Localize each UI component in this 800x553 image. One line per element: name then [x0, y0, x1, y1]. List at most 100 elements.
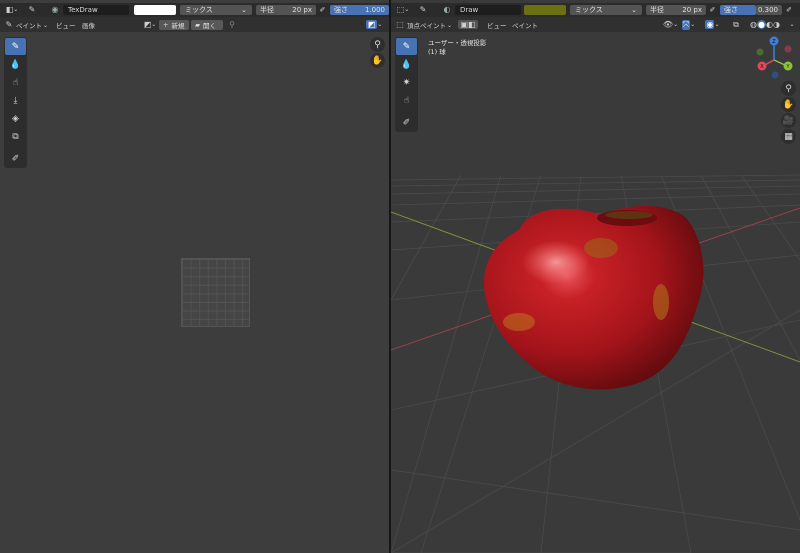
menu-paint[interactable]: ペイント ⌄	[16, 20, 49, 31]
brush-color-swatch[interactable]	[524, 5, 566, 15]
blend-mode-value: ミックス	[185, 6, 213, 14]
open-image-button[interactable]: ▰ 開く	[191, 20, 223, 30]
mask-tool-icon[interactable]: ⧉	[5, 128, 26, 145]
average-tool-icon[interactable]: ✷	[396, 74, 417, 91]
material-shading-icon[interactable]: ◐	[766, 20, 773, 29]
draw-tool-icon[interactable]: ✎	[5, 38, 26, 55]
new-image-button[interactable]: + 新規	[159, 20, 189, 30]
menu-view[interactable]: ビュー	[487, 20, 507, 30]
brush-browse-icon[interactable]: ◉	[50, 4, 60, 15]
pressure-toggle-icon[interactable]: ✐	[784, 4, 794, 15]
image-canvas-grid[interactable]	[181, 258, 250, 327]
3d-viewport: ⬚ ⌄ ✎ ◐ Draw ミックス ⌄ 半径 20 px ✐ 強さ 0.300 ✐ ⬚…	[391, 0, 800, 553]
chevron-down-icon: ⌄	[447, 21, 453, 29]
strength-slider[interactable]: 0.300	[756, 5, 782, 15]
neg-z-axis-icon	[771, 71, 779, 79]
mode-label: 頂点ペイント	[407, 22, 446, 30]
radius-value: 20 px	[682, 6, 702, 14]
radius-label: 半径	[260, 6, 274, 14]
zoom-icon[interactable]: ⚲	[781, 81, 796, 96]
menu-image[interactable]: 画像	[82, 20, 95, 30]
mask-toggle-icons[interactable]: ▣◧	[457, 19, 479, 30]
blend-mode-dropdown[interactable]: ミックス ⌄	[570, 5, 642, 15]
blend-mode-value: ミックス	[575, 6, 603, 14]
strength-label-box[interactable]: 強さ	[720, 5, 756, 15]
strength-slider[interactable]: 強さ 1.000	[330, 5, 389, 15]
menu-view[interactable]: ビュー	[56, 20, 76, 30]
radius-slider[interactable]: 半径 20 px	[256, 5, 316, 15]
visibility-icon[interactable]: 👁 ⌄	[663, 19, 678, 30]
smear-tool-icon[interactable]: ☝	[5, 74, 26, 91]
xray-toggle-icon[interactable]: ⧉	[731, 19, 741, 30]
overlay-toggle-icon[interactable]: ◩ ⌄	[364, 19, 384, 30]
new-image-label: 新規	[171, 22, 185, 30]
brush-icon[interactable]: ✎	[417, 4, 429, 15]
editor-type-button[interactable]: ◧ ⌄	[4, 4, 20, 15]
grid-perspective-icon[interactable]: ▦	[781, 129, 796, 144]
viewport-menubar: ⬚ 頂点ペイント ⌄ ▣◧ ビュー ペイント 👁 ⌄ ⤧ ⌄ ◉ ⌄ ⧉ ◍ ● ◐ ◑…	[391, 17, 800, 32]
gizmo-toggle-icon[interactable]: ⤧ ⌄	[681, 19, 696, 30]
pressure-toggle-icon[interactable]: ✐	[708, 4, 717, 15]
soften-tool-icon[interactable]: 💧	[5, 56, 26, 73]
draw-tool-icon[interactable]: ✎	[396, 38, 417, 55]
overlays-toggle-icon[interactable]: ◉ ⌄	[705, 19, 720, 30]
viewport-floor-grid	[391, 32, 800, 553]
zoom-icon[interactable]: ⚲	[370, 37, 385, 52]
radius-slider[interactable]: 半径 20 px	[646, 5, 706, 15]
chevron-down-icon: ⌄	[241, 6, 247, 14]
brush-name-field[interactable]: Draw	[455, 5, 521, 15]
pan-hand-icon[interactable]: ✋	[781, 97, 796, 112]
svg-text:Z: Z	[772, 39, 776, 45]
rendered-shading-icon[interactable]: ◑	[773, 20, 780, 29]
image-browse-icon[interactable]: ◩ ⌄	[143, 19, 157, 30]
solid-shading-icon[interactable]: ●	[757, 20, 766, 29]
strength-value: 0.300	[757, 6, 778, 14]
object-label: (1) 球	[428, 48, 446, 56]
annotate-tool-icon[interactable]: ✐	[396, 114, 417, 131]
neg-x-axis-icon	[784, 45, 792, 53]
open-image-label: 開く	[203, 22, 216, 30]
neg-y-axis-icon	[756, 48, 764, 56]
image-editor-toolbar: ✎ 💧 ☝ ⤓ ◈ ⧉ ✐	[4, 37, 27, 168]
radius-value: 20 px	[292, 6, 312, 14]
paint-mode-icon[interactable]: ✎	[4, 19, 14, 30]
chevron-down-icon[interactable]: ⌄	[788, 19, 796, 30]
pressure-toggle-icon[interactable]: ✐	[318, 4, 327, 15]
svg-text:X: X	[760, 64, 764, 70]
vertex-paint-mode-icon[interactable]: ⬚	[395, 19, 405, 30]
menu-paint-label: ペイント	[16, 22, 42, 30]
strength-label: 強さ	[724, 6, 738, 14]
blend-mode-dropdown[interactable]: ミックス ⌄	[180, 5, 252, 15]
mode-dropdown[interactable]: 頂点ペイント ⌄	[407, 20, 453, 31]
viewport-tool-settings-header: ⬚ ⌄ ✎ ◐ Draw ミックス ⌄ 半径 20 px ✐ 強さ 0.300 ✐	[391, 3, 800, 17]
image-editor-menubar: ✎ ペイント ⌄ ビュー 画像 ◩ ⌄ + 新規 ▰ 開く ⚲ ◩ ⌄	[0, 17, 389, 32]
fill-tool-icon[interactable]: ◈	[5, 110, 26, 127]
plus-icon: +	[163, 21, 169, 29]
apple-mesh	[483, 205, 704, 390]
annotate-tool-icon[interactable]: ✐	[5, 150, 26, 167]
brush-color-swatch[interactable]	[134, 5, 176, 15]
menu-paint[interactable]: ペイント	[512, 20, 538, 30]
viewport-toolbar: ✎ 💧 ✷ ☝ ✐	[395, 37, 418, 132]
chevron-down-icon: ⌄	[631, 6, 637, 14]
pan-hand-icon[interactable]: ✋	[370, 53, 385, 68]
brush-name-field[interactable]: TexDraw	[63, 5, 129, 15]
brush-icon[interactable]: ✎	[26, 4, 38, 15]
camera-view-icon[interactable]: 🎥	[781, 113, 796, 128]
tool-settings-header: ◧ ⌄ ✎ ◉ TexDraw ミックス ⌄ 半径 20 px ✐ 強さ 1.000	[0, 3, 389, 17]
image-editor: ◧ ⌄ ✎ ◉ TexDraw ミックス ⌄ 半径 20 px ✐ 強さ 1.000 ✎…	[0, 0, 389, 553]
wireframe-shading-icon[interactable]: ◍	[750, 20, 757, 29]
editor-type-button[interactable]: ⬚ ⌄	[395, 4, 411, 15]
folder-icon: ▰	[195, 21, 200, 29]
chevron-down-icon: ⌄	[43, 21, 49, 29]
navigation-gizmo[interactable]: Z Y X	[749, 35, 799, 85]
pin-icon[interactable]: ⚲	[227, 19, 237, 30]
brush-browse-icon[interactable]: ◐	[441, 4, 453, 15]
radius-label: 半径	[650, 6, 664, 14]
clone-tool-icon[interactable]: ⤓	[5, 92, 26, 109]
blur-tool-icon[interactable]: 💧	[396, 56, 417, 73]
smear-tool-icon[interactable]: ☝	[396, 92, 417, 109]
strength-value: 1.000	[364, 6, 385, 14]
strength-label: 強さ	[334, 6, 348, 14]
shading-mode-buttons[interactable]: ◍ ● ◐ ◑	[743, 19, 787, 30]
